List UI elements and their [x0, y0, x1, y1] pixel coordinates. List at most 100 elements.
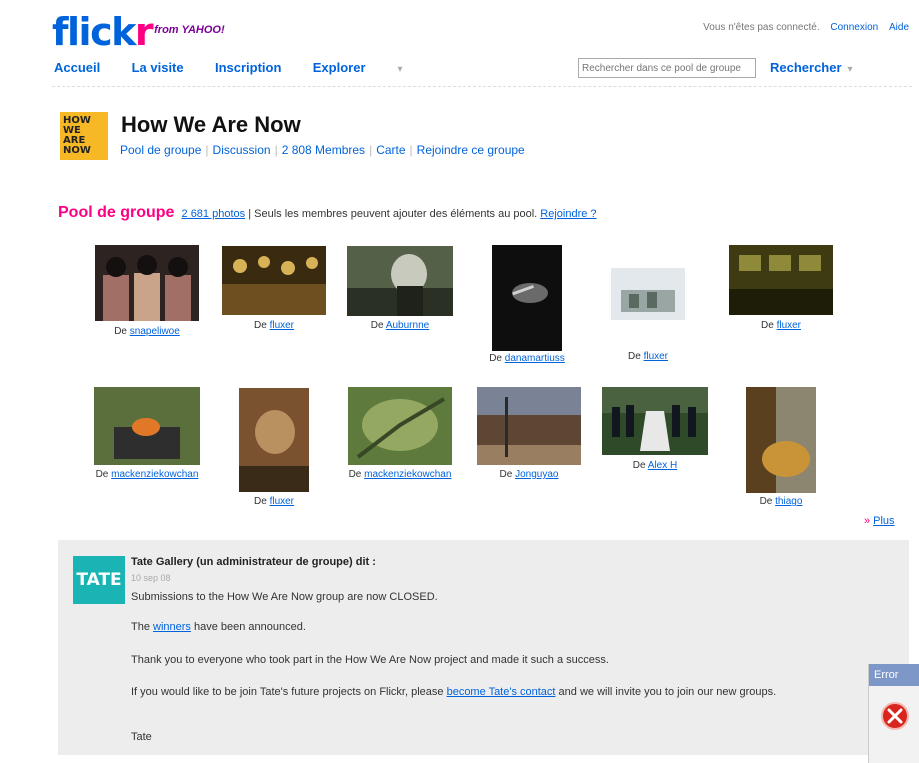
group-nav-members[interactable]: 2 808 Membres	[282, 143, 365, 157]
discussion-box	[58, 540, 909, 755]
photo-thumbnail[interactable]	[611, 268, 685, 320]
caption-prefix: De	[253, 320, 267, 331]
author-link[interactable]: Auburnne	[386, 320, 429, 331]
author-link[interactable]: fluxer	[644, 351, 668, 362]
author-link[interactable]: thiago	[775, 496, 802, 507]
signin-status: Vous n'êtes pas connecté.	[703, 22, 820, 33]
author-link[interactable]: danamartiuss	[505, 353, 565, 364]
chevron-down-icon: ▾	[847, 64, 853, 75]
photo-thumbnail[interactable]	[602, 387, 708, 455]
photo-thumbnail[interactable]	[348, 387, 452, 465]
caption-prefix: De	[499, 469, 513, 480]
photo-caption: De fluxer	[234, 496, 314, 507]
pool-join-link[interactable]: Rejoindre ?	[540, 208, 596, 220]
caption-prefix: De	[632, 460, 646, 471]
error-icon[interactable]	[881, 702, 909, 730]
post-paragraph: If you would like to be join Tate's futu…	[131, 685, 851, 699]
photo-thumbnail[interactable]	[347, 246, 453, 316]
photo-thumbnail[interactable]	[94, 387, 200, 465]
tate-contact-link[interactable]: become Tate's contact	[447, 686, 556, 698]
nav-separator: |	[369, 143, 373, 157]
yahoo-logo: from YAHOO!	[154, 24, 225, 36]
photo-thumbnail[interactable]	[492, 245, 562, 351]
error-panel-title: Error	[869, 664, 919, 686]
caption-prefix: De	[760, 320, 774, 331]
photo-image	[348, 387, 452, 465]
author-link[interactable]: mackenziekowchan	[364, 469, 451, 480]
logo-text-a: flick	[52, 10, 136, 54]
photo-caption: De fluxer	[222, 320, 326, 331]
paragraph-text: have been announced.	[194, 621, 306, 633]
nav-explore-label: Explorer	[312, 60, 366, 75]
flickr-logo[interactable]: flickr from YAHOO!	[52, 12, 225, 52]
author-link[interactable]: fluxer	[270, 320, 294, 331]
group-nav-join[interactable]: Rejoindre ce groupe	[417, 143, 525, 157]
search-button-label: Rechercher	[770, 60, 842, 75]
error-panel[interactable]: Error	[868, 664, 919, 763]
close-x-icon	[887, 708, 903, 724]
paragraph-text: and we will invite you to join our new g…	[558, 686, 777, 698]
search-input[interactable]	[578, 58, 756, 78]
photo-image	[729, 245, 833, 315]
post-paragraph: Thank you to everyone who took part in t…	[131, 654, 609, 666]
pool-title: Pool de groupe	[58, 204, 175, 221]
author-link[interactable]: Jonguyao	[515, 469, 558, 480]
group-nav-pool[interactable]: Pool de groupe	[120, 143, 201, 157]
photo-caption: De Jonguyao	[477, 469, 581, 480]
signin-link[interactable]: Connexion	[830, 22, 878, 33]
post-paragraph: The winners have been announced.	[131, 620, 851, 634]
photo-caption: De fluxer	[729, 320, 833, 331]
tate-avatar[interactable]: TATE	[73, 556, 125, 604]
photo-caption: De thiago	[741, 496, 821, 507]
caption-prefix: De	[489, 353, 502, 364]
post-paragraph: Submissions to the How We Are Now group …	[131, 591, 438, 603]
more-link-label: Plus	[873, 515, 895, 527]
pool-separator: |	[248, 208, 252, 220]
photo-thumbnail[interactable]	[729, 245, 833, 315]
photo-thumbnail[interactable]	[477, 387, 581, 465]
nav-tour[interactable]: La visite	[132, 60, 184, 75]
account-bar: Vous n'êtes pas connecté. Connexion Aide	[695, 22, 909, 33]
photo-image	[492, 245, 562, 351]
pool-heading: Pool de groupe 2 681 photos | Seuls les …	[58, 204, 597, 222]
search-button[interactable]: Rechercher ▾	[770, 60, 853, 75]
nav-explore[interactable]: Explorer ▾	[312, 60, 403, 75]
photo-thumbnail[interactable]	[746, 387, 816, 493]
help-link[interactable]: Aide	[889, 22, 909, 33]
photo-caption: De danamartiuss	[470, 353, 584, 364]
photo-thumbnail[interactable]	[239, 388, 309, 492]
photo-caption: De mackenziekowchan	[82, 469, 212, 480]
group-nav-discussion[interactable]: Discussion	[213, 143, 271, 157]
nav-separator: |	[274, 143, 278, 157]
photo-caption: De Auburnne	[347, 320, 453, 331]
pool-count-link[interactable]: 2 681 photos	[182, 208, 246, 220]
photo-image	[611, 268, 685, 320]
photo-thumbnail[interactable]	[222, 246, 326, 315]
group-nav-map[interactable]: Carte	[376, 143, 405, 157]
nav-home[interactable]: Accueil	[54, 60, 100, 75]
author-link[interactable]: mackenziekowchan	[111, 469, 198, 480]
main-nav: Accueil La visite Inscription Explorer ▾	[54, 60, 403, 75]
group-icon[interactable]: HOW WE ARE NOW	[60, 112, 108, 160]
caption-prefix: De	[95, 469, 109, 480]
photo-image	[95, 245, 199, 321]
photo-caption: De snapeliwoe	[98, 326, 196, 337]
nav-signup[interactable]: Inscription	[215, 60, 281, 75]
header-divider	[52, 86, 912, 87]
author-link[interactable]: Alex H	[648, 460, 677, 471]
more-photos-link[interactable]: » Plus	[864, 515, 895, 527]
post-author: Tate Gallery (un administrateur de group…	[131, 556, 376, 568]
caption-prefix: De	[627, 351, 641, 362]
paragraph-text: If you would like to be join Tate's futu…	[131, 686, 444, 698]
author-link[interactable]: snapeliwoe	[130, 326, 180, 337]
author-link[interactable]: fluxer	[777, 320, 801, 331]
photo-thumbnail[interactable]	[95, 245, 199, 321]
caption-prefix: De	[370, 320, 384, 331]
group-icon-line: NOW	[63, 145, 91, 156]
nav-separator: |	[205, 143, 209, 157]
pool-note: Seuls les membres peuvent ajouter des él…	[254, 208, 538, 220]
arrow-right-icon: »	[864, 515, 871, 527]
author-link[interactable]: fluxer	[270, 496, 294, 507]
logo-text-b: r	[134, 10, 154, 54]
winners-link[interactable]: winners	[153, 621, 191, 633]
